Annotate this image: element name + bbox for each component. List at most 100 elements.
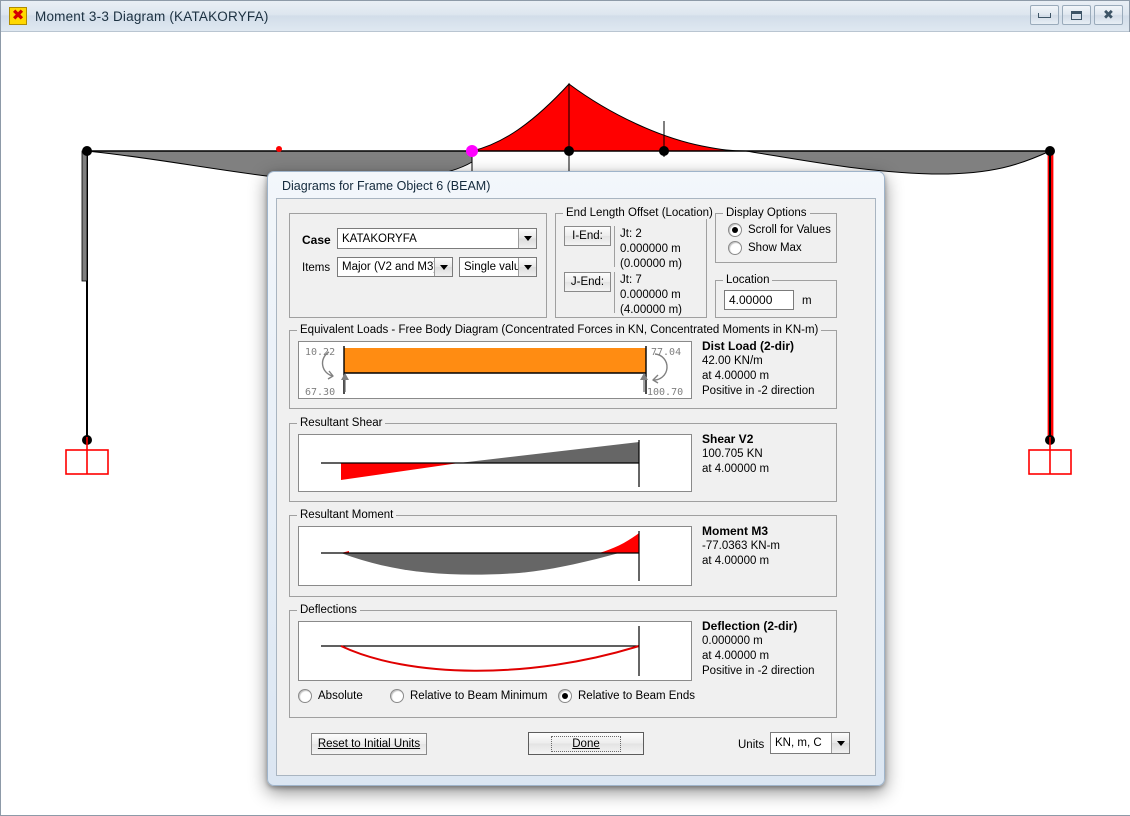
support-left bbox=[65, 437, 109, 475]
case-combobox[interactable]: KATAKORYFA bbox=[337, 228, 537, 249]
support-right bbox=[1028, 437, 1072, 475]
distributed-load-fill bbox=[344, 348, 646, 373]
dialog-body: Case KATAKORYFA Items Major (V2 and M3) … bbox=[276, 198, 876, 776]
radio-show-max-label: Show Max bbox=[748, 242, 802, 254]
free-body-diagram-pane[interactable]: 10.22 67.30 77.04 100.70 bbox=[298, 341, 692, 399]
joint-right-inner bbox=[659, 146, 669, 156]
moment-negative-left bbox=[471, 82, 570, 152]
moment-info: Moment M3 -77.0363 KN-m at 4.00000 m bbox=[702, 524, 780, 569]
deflection-value: 0.000000 m bbox=[702, 635, 763, 647]
i-end-button-label: I-End: bbox=[572, 230, 603, 242]
equivalent-loads-legend: Equivalent Loads - Free Body Diagram (Co… bbox=[297, 324, 822, 336]
column-left-moment bbox=[81, 150, 88, 282]
case-group: Case KATAKORYFA Items Major (V2 and M3) … bbox=[289, 213, 547, 318]
done-button-label: Done bbox=[551, 735, 621, 752]
deflection-svg bbox=[321, 626, 640, 676]
close-button[interactable]: ✖ bbox=[1094, 5, 1123, 25]
resultant-moment-legend: Resultant Moment bbox=[297, 509, 397, 521]
radio-relative-beam-ends[interactable]: Relative to Beam Ends bbox=[558, 689, 695, 703]
radio-absolute[interactable]: Absolute bbox=[298, 689, 363, 703]
fbd-i-force-text: 67.30 bbox=[305, 387, 335, 398]
restore-button[interactable] bbox=[1062, 5, 1091, 25]
radio-dot-icon bbox=[390, 689, 404, 703]
minimize-button[interactable] bbox=[1030, 5, 1059, 25]
joint-left-top bbox=[82, 146, 92, 156]
dist-load-title: Dist Load (2-dir) bbox=[702, 339, 794, 353]
chevron-down-icon[interactable] bbox=[434, 258, 452, 276]
units-label: Units bbox=[738, 739, 765, 751]
window-title: Moment 3-3 Diagram (KATAKORYFA) bbox=[35, 8, 269, 24]
deflection-title: Deflection (2-dir) bbox=[702, 619, 798, 633]
display-options-legend: Display Options bbox=[723, 207, 810, 219]
dialog-title: Diagrams for Frame Object 6 (BEAM) bbox=[282, 179, 491, 193]
moment-negative-right bbox=[568, 83, 747, 152]
radio-relative-beam-ends-label: Relative to Beam Ends bbox=[578, 690, 695, 702]
i-end-force-arrow bbox=[341, 373, 349, 392]
dialog-titlebar: Diagrams for Frame Object 6 (BEAM) bbox=[272, 176, 880, 196]
application-window: ✖ Moment 3-3 Diagram (KATAKORYFA) ✖ Diag… bbox=[0, 0, 1130, 816]
chevron-down-icon[interactable] bbox=[518, 258, 536, 276]
dist-load-info: Dist Load (2-dir) 42.00 KN/m at 4.00000 … bbox=[702, 339, 815, 399]
j-end-moment-arrow bbox=[652, 353, 668, 384]
diagrams-dialog[interactable]: Diagrams for Frame Object 6 (BEAM) Case … bbox=[267, 171, 885, 786]
radio-relative-beam-minimum[interactable]: Relative to Beam Minimum bbox=[390, 689, 547, 703]
radio-dot-icon bbox=[728, 223, 742, 237]
radio-scroll-for-values[interactable]: Scroll for Values bbox=[728, 223, 831, 237]
items-combobox[interactable]: Major (V2 and M3) bbox=[337, 257, 453, 277]
deflections-group: Deflections Deflection (2-dir) 0.000000 … bbox=[289, 604, 837, 718]
units-combobox[interactable]: KN, m, C bbox=[770, 732, 850, 754]
chevron-down-icon[interactable] bbox=[518, 229, 536, 248]
display-options-group: Display Options Scroll for Values Show M… bbox=[715, 207, 837, 263]
resultant-shear-legend: Resultant Shear bbox=[297, 417, 386, 429]
moment-title: Moment M3 bbox=[702, 524, 768, 538]
location-group: Location 4.00000 m bbox=[715, 274, 837, 318]
done-button[interactable]: Done bbox=[528, 732, 644, 755]
moment-diagram-pane[interactable] bbox=[298, 526, 692, 586]
j-end-button[interactable]: J-End: bbox=[564, 272, 611, 292]
reset-to-initial-units-button[interactable]: Reset to Initial Units bbox=[311, 733, 427, 755]
i-end-location: (0.00000 m) bbox=[620, 258, 683, 270]
moment-value: -77.0363 KN-m bbox=[702, 540, 780, 552]
fbd-i-moment-text: 10.22 bbox=[305, 347, 335, 358]
valued-combobox-value: Single valued bbox=[464, 261, 518, 273]
moment-positive-area bbox=[341, 553, 619, 575]
i-end-jt: Jt: 2 bbox=[620, 228, 642, 240]
location-unit: m bbox=[802, 295, 812, 307]
radio-absolute-label: Absolute bbox=[318, 690, 363, 702]
units-combobox-value: KN, m, C bbox=[775, 737, 822, 749]
radio-scroll-for-values-label: Scroll for Values bbox=[748, 224, 831, 236]
location-input[interactable]: 4.00000 bbox=[724, 290, 794, 310]
window-titlebar: ✖ Moment 3-3 Diagram (KATAKORYFA) ✖ bbox=[1, 1, 1129, 32]
resultant-moment-group: Resultant Moment Moment M3 -77.0363 KN-m… bbox=[289, 509, 837, 597]
chevron-down-icon[interactable] bbox=[831, 733, 849, 753]
valued-combobox[interactable]: Single valued bbox=[459, 257, 537, 277]
items-label: Items bbox=[302, 262, 331, 274]
shear-svg bbox=[321, 440, 640, 487]
i-end-offset: 0.000000 m bbox=[620, 243, 681, 255]
dist-load-at: at 4.00000 m bbox=[702, 370, 770, 382]
case-combobox-value: KATAKORYFA bbox=[342, 232, 417, 245]
deflections-legend: Deflections bbox=[297, 604, 360, 616]
radio-dot-icon bbox=[298, 689, 312, 703]
shear-info: Shear V2 100.705 KN at 4.00000 m bbox=[702, 432, 769, 477]
deflection-note: Positive in -2 direction bbox=[702, 665, 815, 677]
moment-at: at 4.00000 m bbox=[702, 555, 770, 567]
items-combobox-value: Major (V2 and M3) bbox=[342, 261, 434, 273]
radio-show-max[interactable]: Show Max bbox=[728, 241, 802, 255]
end-length-offset-legend: End Length Offset (Location) bbox=[563, 207, 716, 219]
case-label: Case bbox=[302, 233, 331, 247]
j-end-jt: Jt: 7 bbox=[620, 274, 642, 286]
shear-diagram-pane[interactable] bbox=[298, 434, 692, 492]
j-end-offset: 0.000000 m bbox=[620, 289, 681, 301]
location-input-value: 4.00000 bbox=[729, 293, 773, 307]
deflection-info: Deflection (2-dir) 0.000000 m at 4.00000… bbox=[702, 619, 815, 679]
deflection-diagram-pane[interactable] bbox=[298, 621, 692, 681]
dist-load-note: Positive in -2 direction bbox=[702, 385, 815, 397]
i-end-button[interactable]: I-End: bbox=[564, 226, 611, 246]
moment-svg bbox=[321, 531, 640, 581]
joint-apex bbox=[564, 146, 574, 156]
selected-joint bbox=[466, 145, 478, 157]
shear-at: at 4.00000 m bbox=[702, 463, 770, 475]
fbd-svg: 10.22 67.30 77.04 100.70 bbox=[305, 346, 683, 398]
radio-dot-icon bbox=[558, 689, 572, 703]
